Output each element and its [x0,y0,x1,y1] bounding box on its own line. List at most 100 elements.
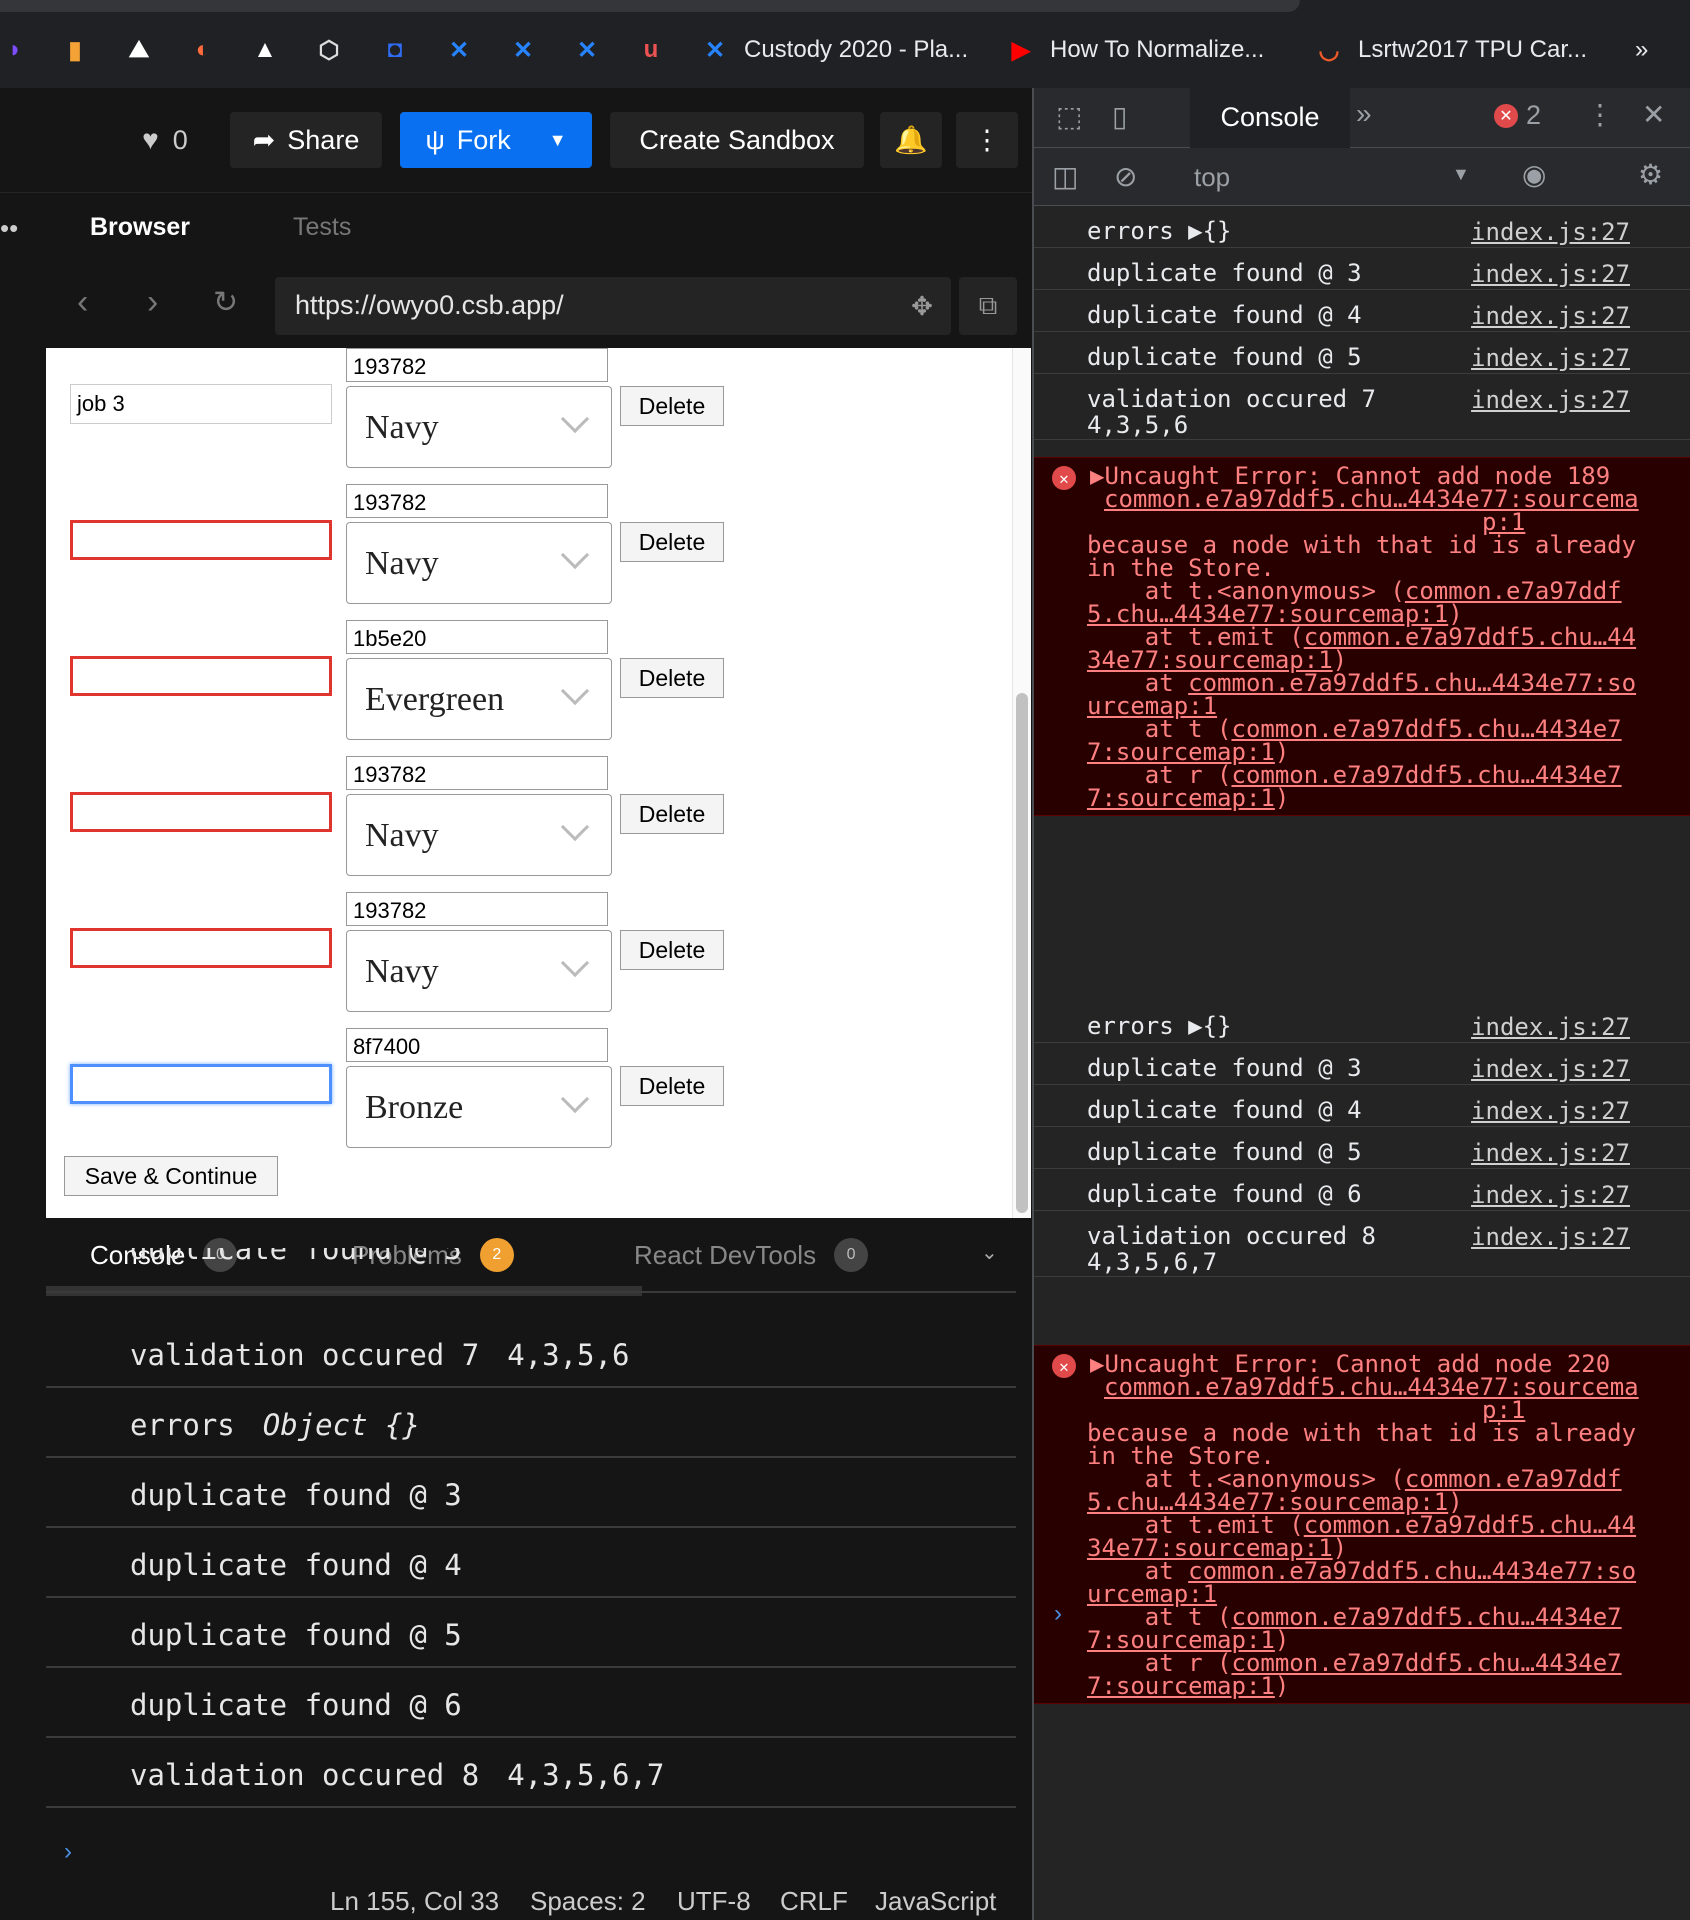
devtools-log-row: validation occured 7 4,3,5,6 index.js:27 [1034,382,1690,440]
bookmark-item[interactable]: ✕ [508,30,538,70]
bookmark-item[interactable]: ✕ [444,30,474,70]
delete-button[interactable]: Delete [620,386,724,426]
more-options-button[interactable]: ⋮ [956,112,1018,168]
stack-trace-line[interactable]: 7:sourcemap:1) [1087,1672,1289,1700]
devtools-toggle-icon[interactable]: ✥ [893,277,951,335]
hex-code-input[interactable]: 193782 [346,756,608,790]
bookmark-item[interactable]: ▲ [250,30,280,70]
hex-code-input[interactable]: 8f7400 [346,1028,608,1062]
source-link[interactable]: index.js:27 [1471,218,1630,246]
console-settings-gear-icon[interactable]: ⚙ [1638,158,1663,191]
color-select[interactable]: Navy [346,930,612,1012]
tab-tests[interactable]: Tests [293,213,351,242]
tab-devtools-console[interactable]: Console [1190,88,1350,148]
bookmark-item[interactable]: ▮ [60,30,90,70]
notifications-button[interactable]: 🔔 [880,112,942,168]
ellipsis-icon[interactable]: •• [0,213,18,244]
chevron-down-icon [560,540,590,570]
refresh-icon[interactable]: ↻ [213,285,238,320]
color-select[interactable]: Navy [346,386,612,468]
job-name-input[interactable] [70,520,332,560]
kebab-menu-icon: ⋮ [973,124,1001,155]
source-link[interactable]: index.js:27 [1471,386,1630,414]
close-devtools-icon[interactable]: ✕ [1642,98,1665,131]
hex-code-input[interactable]: 193782 [346,348,608,382]
color-select[interactable]: Evergreen [346,658,612,740]
source-link[interactable]: index.js:27 [1471,344,1630,372]
save-continue-button[interactable]: Save & Continue [64,1156,278,1196]
job-name-input[interactable] [70,656,332,696]
source-link[interactable]: index.js:27 [1471,1181,1630,1209]
line-endings[interactable]: CRLF [780,1886,848,1917]
bookmark-item[interactable]: ◘ [380,30,410,70]
language-mode[interactable]: JavaScript [875,1886,996,1917]
job-name-input[interactable] [70,1064,332,1104]
error-line[interactable]: common.e7a97ddf5.chu…4434e77:sourcema [1104,1373,1639,1401]
more-tabs-icon[interactable]: » [1356,98,1372,130]
hex-code-input[interactable]: 193782 [346,484,608,518]
console-prompt-icon[interactable]: › [64,1838,72,1866]
inspect-element-icon[interactable]: ⬚ [1056,100,1082,133]
create-sandbox-button[interactable]: Create Sandbox [610,112,864,168]
hex-code-input[interactable]: 193782 [346,892,608,926]
share-button[interactable]: ➦ Share [230,112,382,168]
bookmark-item[interactable]: ✕ [572,30,602,70]
preview-scrollbar[interactable] [1012,348,1031,1218]
open-new-window-icon[interactable]: ⧉ [959,277,1017,335]
fork-button[interactable]: ψ Fork ▼ [400,112,592,168]
back-icon[interactable]: ‹ [77,283,88,322]
job-name-input[interactable] [70,792,332,832]
bookmark-item[interactable]: u [636,30,666,70]
stack-trace-line[interactable]: 7:sourcemap:1) [1087,784,1289,812]
delete-button[interactable]: Delete [620,794,724,834]
bookmark-item[interactable]: ⬡ [314,30,344,70]
tab-browser[interactable]: Browser [90,213,190,242]
source-link[interactable]: index.js:27 [1471,1097,1630,1125]
confluence-icon: ✕ [704,36,726,64]
delete-button[interactable]: Delete [620,930,724,970]
like-button[interactable]: ♥ 0 [130,112,200,168]
bell-icon: 🔔 [894,125,928,155]
scrollbar-thumb[interactable] [1016,693,1028,1213]
delete-button[interactable]: Delete [620,522,724,562]
live-expression-eye-icon[interactable]: ◉ [1522,158,1546,191]
context-dropdown-icon[interactable]: ▼ [1452,164,1470,185]
delete-button[interactable]: Delete [620,1066,724,1106]
color-select[interactable]: Bronze [346,1066,612,1148]
hex-code-input[interactable]: 1b5e20 [346,620,608,654]
job-name-input[interactable]: job 3 [70,384,332,424]
source-link[interactable]: index.js:27 [1471,1055,1630,1083]
url-input[interactable]: https://owyo0.csb.app/ [275,277,920,335]
source-link[interactable]: index.js:27 [1471,1013,1630,1041]
devtools-prompt-icon[interactable]: › [1054,1600,1062,1628]
console-log-entry: duplicate found @ 5 [46,1248,1016,1293]
bookmarks-overflow-button[interactable]: » [1635,30,1648,70]
job-name-input[interactable] [70,928,332,968]
bookmark-item[interactable]: ▶ How To Normalize... [1006,30,1265,70]
source-link[interactable]: index.js:27 [1471,302,1630,330]
clear-console-icon[interactable]: ⊘ [1114,160,1137,193]
devtools-menu-icon[interactable]: ⋮ [1586,98,1614,131]
bookmark-item[interactable]: ◐ [188,30,218,70]
color-select[interactable]: Navy [346,794,612,876]
source-link[interactable]: index.js:27 [1471,1223,1630,1251]
fork-dropdown-icon[interactable]: ▼ [549,130,567,151]
delete-button[interactable]: Delete [620,658,724,698]
indentation[interactable]: Spaces: 2 [530,1886,646,1917]
source-link[interactable]: index.js:27 [1471,1139,1630,1167]
device-toolbar-icon[interactable]: ▯ [1112,100,1127,133]
cursor-position[interactable]: Ln 155, Col 33 [330,1886,499,1917]
bookmark-item[interactable]: ◡ Lsrtw2017 TPU Car... [1314,30,1587,70]
sidebar-toggle-icon[interactable]: ◫ [1052,160,1078,193]
forward-icon[interactable]: › [147,283,158,322]
bookmark-item[interactable]: ✕ Custody 2020 - Pla... [700,30,968,70]
error-count[interactable]: 2 [1526,100,1541,131]
color-select[interactable]: Navy [346,522,612,604]
source-link[interactable]: index.js:27 [1471,260,1630,288]
error-line[interactable]: common.e7a97ddf5.chu…4434e77:sourcema [1104,485,1639,513]
error-icon[interactable]: ✕ [1494,104,1518,128]
context-selector[interactable]: top [1194,162,1230,193]
encoding[interactable]: UTF-8 [677,1886,751,1917]
bookmark-item[interactable]: ◗ [0,30,30,70]
bookmark-item[interactable]: ⛰ [124,30,154,70]
